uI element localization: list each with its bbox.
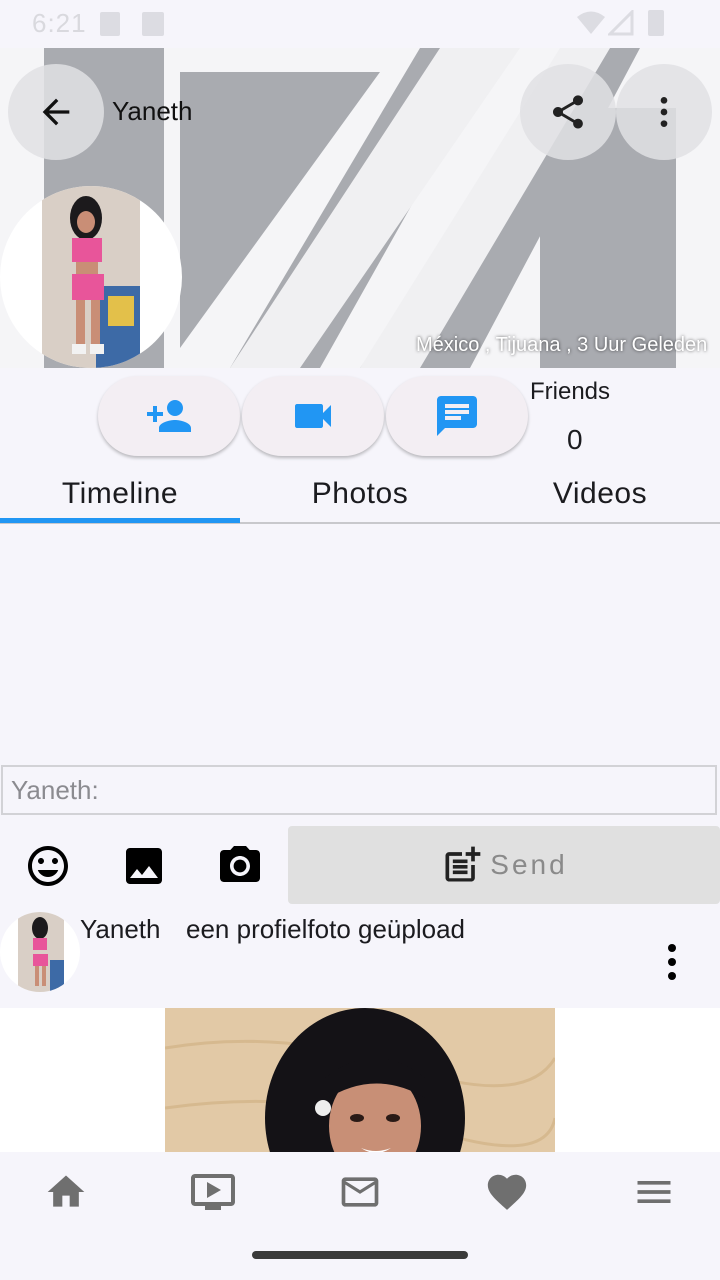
profile-photo-image [42, 186, 140, 368]
tab-videos[interactable]: Videos [480, 472, 720, 520]
nav-favorites[interactable] [467, 1164, 547, 1220]
post-action-text: een profielfoto geüpload [186, 914, 466, 944]
post-photo-image [165, 1008, 555, 1152]
send-button[interactable]: Send [288, 826, 720, 904]
post-menu-button[interactable] [648, 938, 696, 991]
emoji-button[interactable] [24, 842, 72, 895]
more-vert-icon [668, 944, 676, 980]
wifi-icon [576, 10, 606, 41]
home-icon [47, 1175, 85, 1207]
nav-messages[interactable] [320, 1164, 400, 1220]
camera-button[interactable] [216, 842, 264, 895]
nav-videos[interactable] [173, 1164, 253, 1220]
menu-icon [637, 1181, 671, 1203]
nav-menu[interactable] [614, 1164, 694, 1220]
back-button[interactable] [8, 64, 104, 160]
message-button[interactable] [386, 376, 528, 456]
tab-photos[interactable]: Photos [240, 472, 480, 520]
emoji-icon [28, 846, 68, 886]
camera-icon [220, 846, 260, 882]
sd-card-icon [100, 12, 120, 36]
font-icon [142, 12, 164, 36]
heart-icon [487, 1174, 527, 1210]
post-text-input[interactable]: Yaneth: [1, 765, 717, 815]
status-bar: 6:21 [0, 0, 720, 48]
status-time: 6:21 [32, 8, 87, 38]
friends-label: Friends [530, 378, 611, 405]
send-label: Send [490, 849, 568, 880]
attach-image-button[interactable] [120, 842, 168, 895]
more-options-button[interactable] [616, 64, 712, 160]
chat-icon [437, 396, 477, 436]
arrow-left-icon [42, 98, 70, 126]
friends-count: 0 [567, 424, 583, 455]
avatar-image [18, 912, 64, 992]
add-friend-button[interactable] [98, 376, 240, 456]
post-add-icon [445, 846, 481, 882]
active-tab-indicator [0, 518, 240, 523]
gesture-bar[interactable] [252, 1251, 468, 1259]
signal-icon [606, 8, 634, 41]
share-icon [553, 95, 583, 129]
more-vert-icon [660, 97, 668, 127]
post-author-name[interactable]: Yaneth [80, 914, 160, 945]
post-photo[interactable] [165, 1008, 555, 1152]
profile-avatar[interactable] [0, 186, 182, 368]
mail-icon [341, 1177, 379, 1207]
location-timestamp: México , Tijuana , 3 Uur Geleden [416, 334, 708, 356]
nav-home[interactable] [26, 1164, 106, 1220]
video-library-icon [191, 1174, 235, 1210]
share-button[interactable] [520, 64, 616, 160]
post-author-avatar[interactable] [0, 912, 80, 992]
tab-timeline[interactable]: Timeline [0, 472, 240, 520]
battery-icon [648, 10, 664, 36]
video-call-button[interactable] [242, 376, 384, 456]
videocam-icon [295, 404, 331, 428]
profile-name: Yaneth [112, 96, 193, 126]
person-add-icon [147, 400, 191, 432]
image-icon [126, 848, 162, 884]
